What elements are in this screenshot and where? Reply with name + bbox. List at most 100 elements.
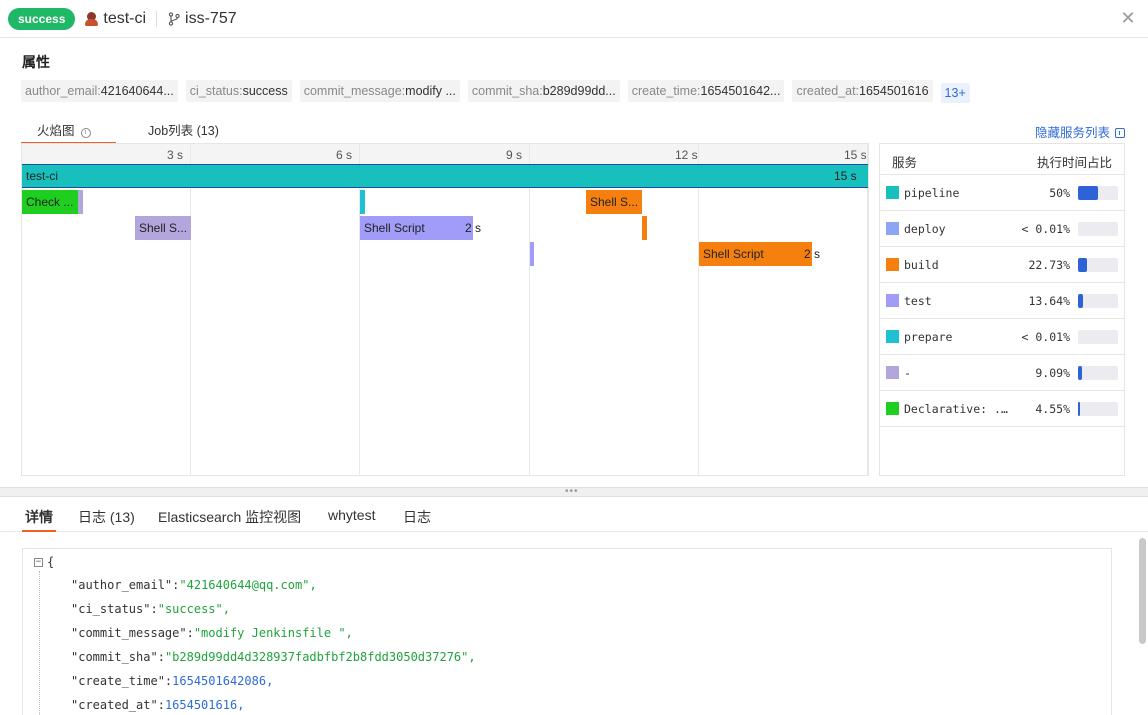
service-ratio-fill — [1078, 366, 1082, 380]
attribute-tag[interactable]: ci_status:success — [185, 80, 292, 102]
json-comma: , — [468, 650, 476, 664]
panel-resize-handle[interactable]: ••• — [0, 487, 1148, 497]
attributes-title: 属性 — [22, 54, 50, 70]
attribute-tag[interactable]: commit_message:modify ... — [299, 80, 460, 102]
json-value: 1654501642086 — [172, 674, 267, 688]
attribute-key: ci_status: — [189, 84, 243, 98]
tab-log[interactable]: 日志 — [403, 507, 431, 532]
close-icon[interactable]: ✕ — [1120, 9, 1136, 27]
collapse-toggle-icon[interactable]: − — [34, 558, 43, 567]
status-badge: success — [8, 7, 76, 30]
service-ratio-text: 4.55% — [1035, 402, 1070, 416]
service-ratio-bar — [1078, 330, 1118, 344]
grid-line — [190, 144, 191, 475]
service-ratio-text: < 0.01% — [1021, 222, 1070, 236]
flame-span[interactable]: test-ci — [22, 164, 868, 188]
time-tick-label: 3 s — [167, 148, 184, 162]
json-value: "success" — [157, 602, 223, 616]
flame-span[interactable]: Shell S... — [135, 216, 191, 240]
attribute-value: 421640644... — [100, 84, 174, 98]
service-ratio-bar — [1078, 402, 1118, 416]
detail-tabs: 详情 日志 (13) Elasticsearch 监控视图 whytest 日志 — [0, 497, 1148, 532]
span-duration-label: 15 s — [834, 169, 857, 183]
service-row[interactable]: build 22.73% — [880, 247, 1124, 283]
json-key: "ci_status" — [71, 602, 151, 616]
drag-grip-icon: ••• — [565, 486, 579, 497]
more-attributes-button[interactable]: 13+ — [940, 83, 970, 103]
json-separator: : — [157, 698, 165, 712]
service-ratio-bar — [1078, 366, 1118, 380]
tab-job-list[interactable]: Job列表 (13) — [148, 120, 219, 144]
flame-span[interactable] — [78, 190, 83, 214]
service-ratio-fill — [1078, 294, 1083, 308]
scrollbar-thumb[interactable] — [1139, 538, 1146, 644]
scrollbar[interactable] — [1139, 538, 1146, 715]
hide-services-link[interactable]: 隐藏服务列表 — [1035, 122, 1125, 141]
tab-details[interactable]: 详情 — [22, 507, 56, 532]
ratio-column-header: 执行时间占比 — [1036, 156, 1112, 170]
time-tick-label: 12 s — [675, 148, 698, 162]
service-ratio-text: 22.73% — [1028, 258, 1070, 272]
hide-services-label: 隐藏服务列表 — [1034, 126, 1110, 140]
json-viewer: − { "author_email":"421640644@qq.com", "c… — [22, 548, 1112, 715]
branch-icon — [168, 11, 180, 26]
tab-whytest[interactable]: whytest — [328, 507, 375, 532]
time-tick-label: 15 s — [844, 148, 867, 162]
json-separator: : — [157, 650, 165, 664]
info-icon[interactable]: i — [80, 128, 91, 138]
grid-line — [698, 144, 699, 475]
service-color-swatch — [886, 258, 899, 271]
tab-logs[interactable]: 日志 (13) — [78, 507, 135, 532]
flame-span[interactable]: Shell Script — [699, 242, 812, 266]
service-ratio-bar — [1078, 258, 1118, 272]
json-comma: , — [309, 578, 317, 592]
tab-flame-graph[interactable]: 火焰图 i — [21, 120, 116, 144]
flame-span[interactable] — [530, 242, 534, 266]
service-row[interactable]: Declarative: ... 4.55% — [880, 391, 1124, 427]
json-line: "create_time":1654501642086, — [71, 674, 273, 688]
json-open-brace: { — [47, 555, 55, 569]
detail-header: success test-ci iss-757 ✕ — [0, 0, 1148, 38]
service-row[interactable]: deploy < 0.01% — [880, 211, 1124, 247]
service-ratio-text: < 0.01% — [1021, 330, 1070, 344]
grid-line — [867, 144, 868, 475]
service-ratio-text: 13.64% — [1028, 294, 1070, 308]
tab-elasticsearch-monitor[interactable]: Elasticsearch 监控视图 — [158, 507, 301, 532]
attribute-tag[interactable]: create_time:1654501642... — [627, 80, 785, 102]
attribute-tag[interactable]: commit_sha:b289d99dd... — [467, 80, 620, 102]
service-color-swatch — [886, 366, 899, 379]
attribute-tags: author_email:421640644... ci_status:succe… — [21, 80, 978, 103]
time-axis: 3 s 6 s 9 s 12 s 15 s — [22, 144, 868, 164]
service-color-swatch — [886, 294, 899, 307]
service-name: deploy — [904, 222, 946, 236]
json-separator: : — [150, 602, 158, 616]
service-row[interactable]: test 13.64% — [880, 283, 1124, 319]
service-row[interactable]: - 9.09% — [880, 355, 1124, 391]
json-line: "commit_message":"modify Jenkinsfile ", — [71, 626, 353, 640]
json-separator: : — [186, 626, 194, 640]
time-tick-label: 6 s — [336, 148, 353, 162]
service-ratio-text: 50% — [1049, 186, 1070, 200]
service-name: test — [904, 294, 932, 308]
flame-span[interactable]: Check ... — [22, 190, 78, 214]
flame-span[interactable]: Shell Script — [360, 216, 473, 240]
attribute-value: modify ... — [405, 84, 456, 98]
service-name: pipeline — [904, 186, 960, 200]
json-comma: , — [237, 698, 245, 712]
flame-graph: 3 s6 s9 s 12 s 15 s test-ci 15 s Check ... Sh… — [21, 143, 869, 476]
attribute-tag[interactable]: created_at:1654501616 — [792, 80, 933, 102]
attribute-key: commit_sha: — [471, 84, 543, 98]
span-duration-label: 2 s — [804, 247, 821, 261]
flame-span[interactable] — [642, 216, 647, 240]
service-row[interactable]: pipeline 50% — [880, 175, 1124, 211]
attribute-tag[interactable]: author_email:421640644... — [21, 80, 178, 102]
attribute-value: success — [242, 84, 288, 98]
flame-span[interactable]: Shell S... — [586, 190, 642, 214]
service-name: prepare — [904, 330, 953, 344]
json-key: "commit_message" — [71, 626, 187, 640]
flame-span[interactable] — [360, 190, 365, 214]
service-row[interactable]: prepare < 0.01% — [880, 319, 1124, 355]
service-color-swatch — [886, 402, 899, 415]
attribute-key: commit_message: — [303, 84, 406, 98]
service-table-header: 服务 执行时间占比 — [880, 144, 1124, 175]
